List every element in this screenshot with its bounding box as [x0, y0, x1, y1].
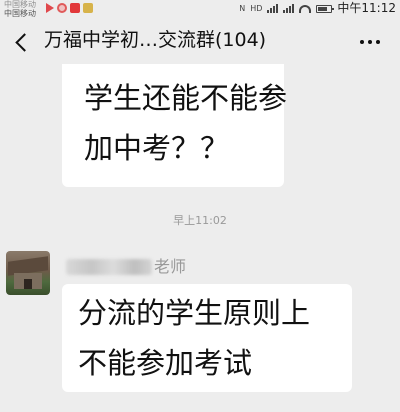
chat-title: 万福中学初…交流群(104) [44, 29, 267, 51]
carrier-label-2: 中国移动 [4, 9, 36, 18]
carrier-label-1: 中国移动 [4, 0, 36, 9]
chat-header: 万福中学初…交流群(104) [0, 18, 400, 64]
message-text-line: 学生还能不能参 [84, 81, 288, 115]
notification-icons [46, 3, 93, 13]
signal-icon [283, 4, 295, 13]
message-text-line: 不能参加考试 [78, 346, 253, 380]
avatar[interactable] [6, 251, 50, 295]
system-status: N HD 中午11:12 [239, 2, 396, 15]
hd-icon: HD [250, 3, 263, 13]
app-notification-icon [83, 3, 93, 13]
redacted-name [66, 259, 152, 275]
play-icon [46, 3, 54, 13]
message-list[interactable]: 学生还能不能参 加中考？？ 早上11:02 老师 分流的学生原则上 不能参加考试 [0, 64, 400, 412]
app-notification-icon [57, 3, 67, 13]
status-clock: 中午11:12 [337, 1, 396, 15]
sender-title: 老师 [154, 257, 187, 276]
more-options-icon[interactable] [356, 30, 384, 54]
battery-icon [316, 4, 335, 13]
wifi-icon [299, 4, 312, 13]
message-bubble[interactable]: 学生还能不能参 加中考？？ [62, 64, 288, 187]
avatar-image [24, 279, 32, 289]
status-bar: 中国移动 中国移动 N HD 中午11:12 [0, 0, 400, 18]
message-text-line: 分流的学生原则上 [78, 296, 311, 330]
app-notification-icon [70, 3, 80, 13]
sender-name: 老师 [66, 256, 186, 278]
message-timestamp: 早上11:02 [173, 214, 227, 227]
nfc-icon: N [239, 3, 246, 13]
signal-icon [267, 4, 279, 13]
message-bubble[interactable]: 分流的学生原则上 不能参加考试 [62, 284, 352, 392]
back-arrow-icon[interactable] [14, 32, 30, 52]
carrier-info: 中国移动 中国移动 [4, 0, 48, 18]
message-text-line: 加中考？？ [84, 131, 230, 165]
